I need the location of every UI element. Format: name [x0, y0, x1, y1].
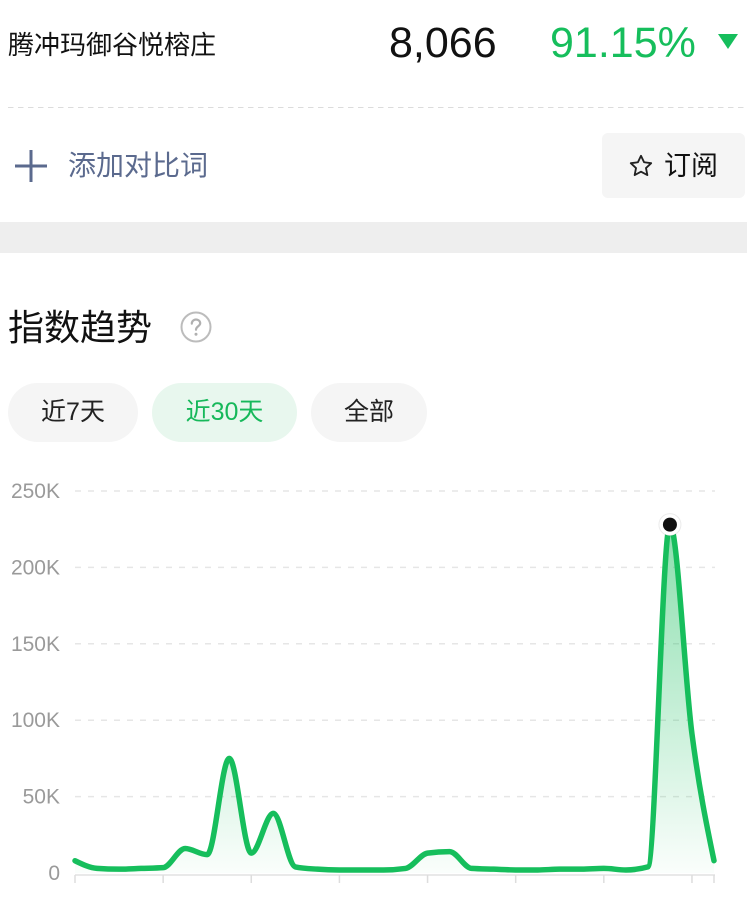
- add-compare-button[interactable]: 添加对比词: [10, 140, 220, 192]
- data-point[interactable]: [466, 862, 478, 874]
- data-point[interactable]: [333, 864, 345, 876]
- data-point[interactable]: [69, 855, 81, 867]
- data-point[interactable]: [576, 863, 588, 875]
- subscribe-label: 订阅: [664, 150, 718, 181]
- data-point[interactable]: [620, 864, 632, 876]
- peak-marker[interactable]: [662, 517, 677, 532]
- data-point[interactable]: [708, 855, 720, 867]
- data-point[interactable]: [598, 862, 610, 874]
- section-heading: 指数趋势: [8, 307, 153, 348]
- data-points: [69, 519, 720, 876]
- subscribe-button[interactable]: 订阅: [602, 133, 745, 198]
- y-tick-label: 200K: [11, 556, 60, 579]
- data-point[interactable]: [91, 862, 103, 874]
- data-point[interactable]: [686, 728, 698, 740]
- data-point[interactable]: [311, 863, 323, 875]
- triangle-down-icon: [718, 34, 738, 49]
- y-tick-label: 150K: [11, 633, 60, 656]
- data-point[interactable]: [554, 863, 566, 875]
- change-percent: 91.15%: [550, 19, 696, 67]
- data-point[interactable]: [179, 843, 191, 855]
- data-point[interactable]: [245, 847, 257, 859]
- data-point[interactable]: [135, 862, 147, 874]
- keyword-title: 腾冲玛御谷悦榕庄: [8, 30, 217, 60]
- star-outline-icon: [629, 154, 653, 176]
- data-point[interactable]: [642, 861, 654, 873]
- data-point[interactable]: [510, 864, 522, 876]
- data-point[interactable]: [289, 861, 301, 873]
- y-tick-label: 0: [48, 862, 60, 885]
- add-compare-label: 添加对比词: [68, 150, 209, 181]
- data-point[interactable]: [532, 864, 544, 876]
- data-point[interactable]: [113, 863, 125, 875]
- data-point[interactable]: [422, 847, 434, 859]
- y-tick-label: 50K: [23, 786, 60, 809]
- dashed-divider: [8, 107, 747, 108]
- tab-7-days[interactable]: 近7天: [8, 383, 138, 442]
- data-point[interactable]: [223, 752, 235, 764]
- trend-chart: 0 50K 100K 150K 200K 250K: [11, 480, 720, 885]
- y-tick-label: 250K: [11, 480, 60, 503]
- data-point[interactable]: [488, 863, 500, 875]
- data-point[interactable]: [267, 807, 279, 819]
- tab-all[interactable]: 全部: [311, 383, 427, 442]
- series-area: [75, 524, 714, 873]
- plus-icon: [15, 150, 47, 182]
- tab-30-days[interactable]: 近30天: [152, 383, 297, 442]
- data-point[interactable]: [444, 846, 456, 858]
- data-point[interactable]: [377, 864, 389, 876]
- data-point[interactable]: [355, 864, 367, 876]
- index-value: 8,066: [389, 19, 497, 67]
- question-circle-icon[interactable]: [180, 311, 212, 343]
- data-point[interactable]: [400, 862, 412, 874]
- section-separator: [0, 222, 747, 253]
- y-tick-label: 100K: [11, 709, 60, 732]
- series-line: [72, 521, 717, 873]
- data-point[interactable]: [157, 862, 169, 874]
- data-point[interactable]: [201, 849, 213, 861]
- grid: 0 50K 100K 150K 200K 250K: [11, 480, 715, 885]
